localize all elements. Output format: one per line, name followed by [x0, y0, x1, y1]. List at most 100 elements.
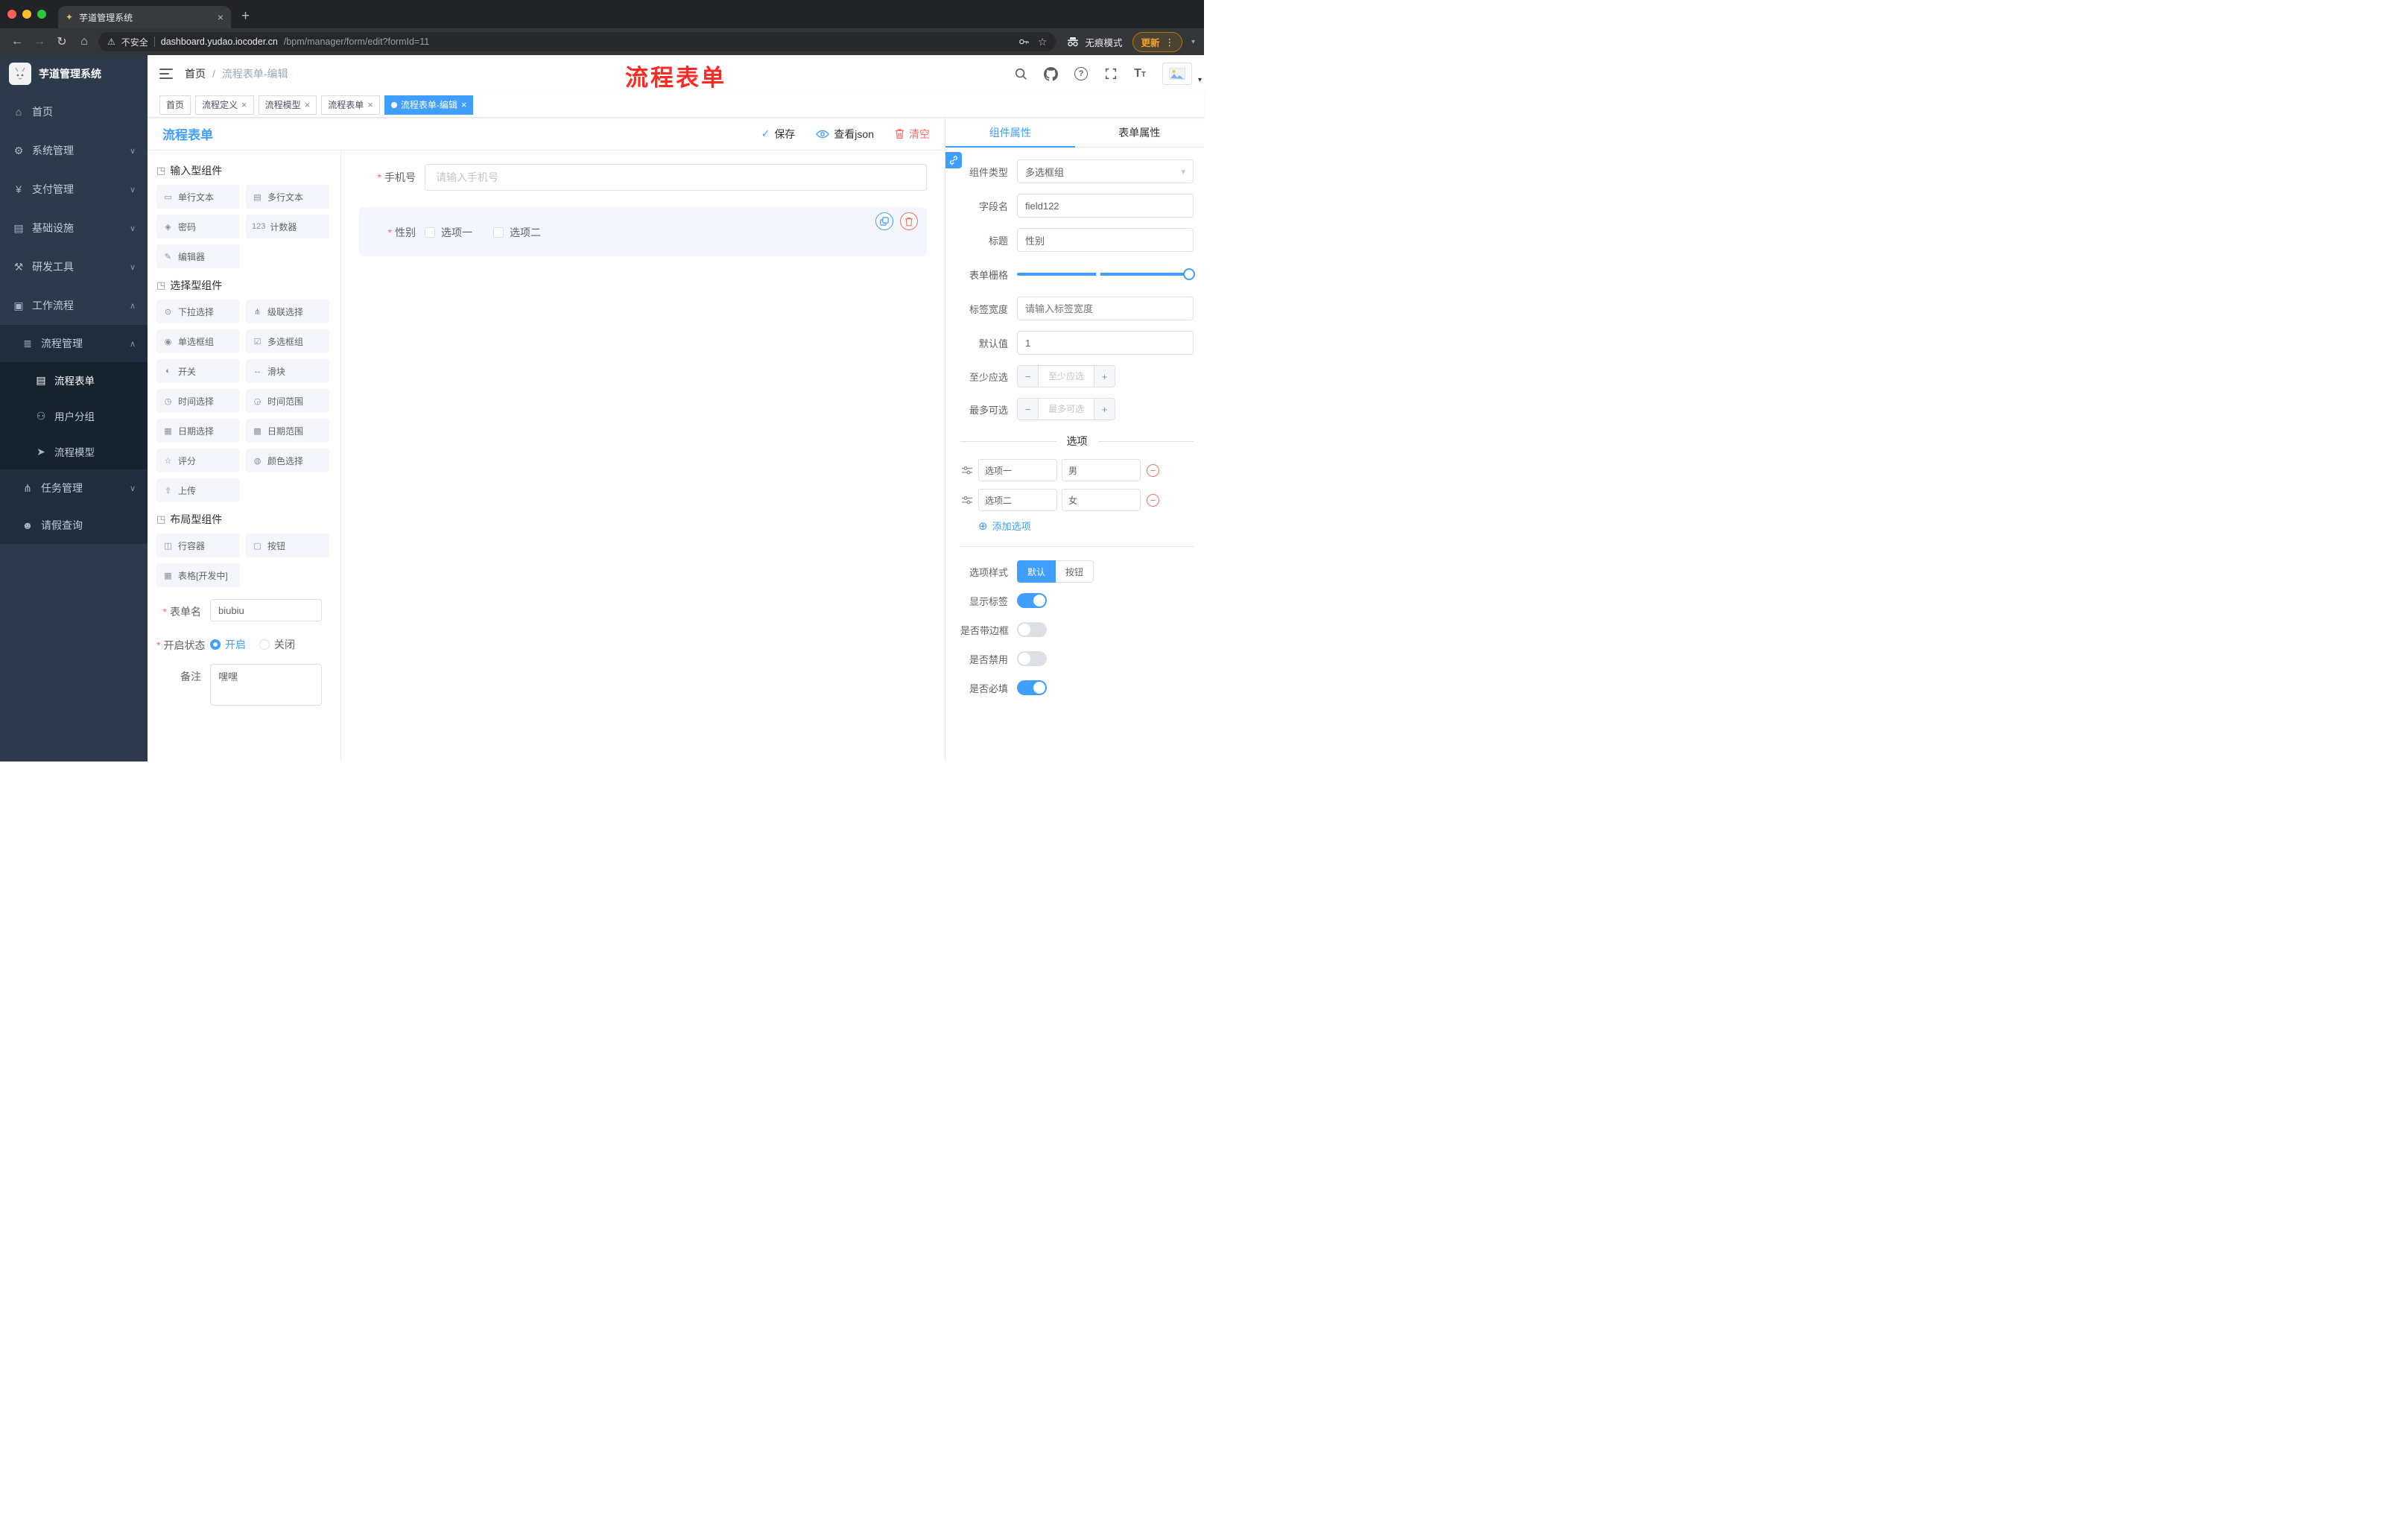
title-input[interactable] — [1017, 228, 1194, 252]
max-select-input[interactable] — [1039, 399, 1094, 419]
window-minimize-button[interactable] — [22, 10, 31, 19]
palette-item-single-line-text[interactable]: ▭ 单行文本 — [156, 185, 240, 209]
required-toggle[interactable] — [1017, 680, 1047, 695]
palette-item-multi-line-text[interactable]: ▤ 多行文本 — [246, 185, 329, 209]
min-select-stepper[interactable]: −+ — [1017, 365, 1115, 387]
hamburger-icon[interactable] — [159, 68, 173, 80]
close-icon[interactable]: × — [367, 99, 373, 110]
plus-icon[interactable]: + — [1094, 399, 1115, 419]
delete-widget-button[interactable] — [900, 212, 918, 230]
palette-item-table[interactable]: ▦ 表格[开发中] — [156, 563, 240, 587]
search-icon[interactable] — [1014, 67, 1027, 80]
tab-form-props[interactable]: 表单属性 — [1075, 118, 1205, 147]
clear-button[interactable]: 清空 — [895, 127, 930, 142]
browser-tab[interactable]: ✦ 芋道管理系统 × — [58, 6, 231, 28]
palette-item-date-picker[interactable]: ▦ 日期选择 — [156, 419, 240, 443]
palette-item-button[interactable]: ▢ 按钮 — [246, 533, 329, 557]
tag-process-form[interactable]: 流程表单 × — [321, 95, 380, 115]
drag-handle-icon[interactable] — [960, 466, 974, 475]
plus-icon[interactable]: + — [1094, 366, 1115, 387]
add-option-button[interactable]: ⊕ 添加选项 — [978, 519, 1194, 533]
remove-option-button[interactable]: − — [1147, 463, 1159, 477]
sidebar-item-devtools[interactable]: ⚒ 研发工具 ∨ — [0, 247, 148, 286]
palette-item-time-range[interactable]: ◶ 时间范围 — [246, 389, 329, 413]
option-value-input[interactable] — [1062, 489, 1141, 511]
phone-input[interactable] — [425, 164, 927, 191]
form-grid-slider[interactable] — [1017, 262, 1195, 286]
option-label-input[interactable] — [978, 459, 1057, 481]
home-icon[interactable]: ⌂ — [76, 35, 92, 48]
bookmark-star-icon[interactable]: ☆ — [1038, 36, 1048, 48]
status-off-radio[interactable]: 关闭 — [259, 637, 295, 652]
tag-process-definition[interactable]: 流程定义 × — [195, 95, 254, 115]
sidebar-item-task-management[interactable]: ⋔ 任务管理 ∨ — [0, 469, 148, 507]
slider-thumb[interactable] — [1183, 268, 1195, 280]
sidebar-item-home[interactable]: ⌂ 首页 — [0, 92, 148, 131]
github-icon[interactable] — [1044, 66, 1059, 81]
selected-widget-gender[interactable]: 性别 选项一 选项二 — [359, 207, 927, 256]
browser-menu-icon[interactable]: ⋮ — [1165, 37, 1174, 48]
chevron-down-icon[interactable]: ▾ — [1191, 38, 1195, 46]
palette-item-cascader[interactable]: ⋔ 级联选择 — [246, 300, 329, 323]
option-style-default-button[interactable]: 默认 — [1017, 560, 1056, 583]
disabled-toggle[interactable] — [1017, 651, 1047, 666]
close-icon[interactable]: × — [241, 99, 247, 110]
checkbox-option-2[interactable]: 选项二 — [493, 225, 541, 240]
palette-item-select[interactable]: ⊙ 下拉选择 — [156, 300, 240, 323]
palette-item-date-range[interactable]: ▩ 日期范围 — [246, 419, 329, 443]
sidebar-item-process-model[interactable]: ➤ 流程模型 — [0, 434, 148, 469]
tab-component-props[interactable]: 组件属性 — [945, 118, 1075, 148]
palette-item-checkbox-group[interactable]: ☑ 多选框组 — [246, 329, 329, 353]
link-button[interactable] — [945, 152, 962, 168]
field-name-input[interactable] — [1017, 194, 1194, 218]
tab-close-icon[interactable]: × — [218, 11, 224, 23]
minus-icon[interactable]: − — [1018, 399, 1039, 419]
close-icon[interactable]: × — [305, 99, 311, 110]
sidebar-item-infrastructure[interactable]: ▤ 基础设施 ∨ — [0, 209, 148, 247]
option-label-input[interactable] — [978, 489, 1057, 511]
back-icon[interactable]: ← — [9, 35, 25, 48]
reload-icon[interactable]: ↻ — [54, 34, 70, 49]
new-tab-button[interactable]: + — [241, 8, 250, 25]
window-close-button[interactable] — [7, 10, 16, 19]
avatar[interactable]: ▾ — [1162, 63, 1202, 85]
palette-item-upload[interactable]: ⇧ 上传 — [156, 478, 240, 502]
palette-item-counter[interactable]: 123 计数器 — [246, 215, 329, 238]
palette-item-color-picker[interactable]: ◍ 颜色选择 — [246, 449, 329, 472]
tag-process-model[interactable]: 流程模型 × — [258, 95, 317, 115]
palette-item-slider[interactable]: ↔ 滑块 — [246, 359, 329, 383]
security-label[interactable]: 不安全 — [121, 36, 148, 48]
sidebar-item-payment[interactable]: ¥ 支付管理 ∨ — [0, 170, 148, 209]
sidebar-item-process-form[interactable]: ▤ 流程表单 — [0, 362, 148, 398]
sidebar-item-user-group[interactable]: ⚇ 用户分组 — [0, 398, 148, 434]
view-json-button[interactable]: 查看json — [816, 127, 874, 142]
checkbox-option-1[interactable]: 选项一 — [425, 225, 472, 240]
sidebar-item-system[interactable]: ⚙ 系统管理 ∨ — [0, 131, 148, 170]
forward-icon[interactable]: → — [31, 35, 48, 48]
sidebar-item-leave-query[interactable]: ☻ 请假查询 — [0, 507, 148, 544]
update-button[interactable]: 更新 ⋮ — [1132, 31, 1182, 52]
option-style-button-button[interactable]: 按钮 — [1056, 560, 1094, 583]
show-label-toggle[interactable] — [1017, 593, 1047, 608]
status-on-radio[interactable]: 开启 — [210, 637, 246, 652]
close-icon[interactable]: × — [461, 99, 467, 110]
minus-icon[interactable]: − — [1018, 366, 1039, 387]
help-icon[interactable]: ? — [1074, 67, 1089, 80]
form-canvas[interactable]: 手机号 性别 选项一 — [341, 151, 945, 762]
palette-item-row-container[interactable]: ◫ 行容器 — [156, 533, 240, 557]
fullscreen-icon[interactable] — [1104, 67, 1118, 80]
component-type-select[interactable]: 多选框组 ▾ — [1017, 159, 1194, 183]
tag-process-form-edit[interactable]: 流程表单-编辑 × — [384, 95, 474, 115]
option-value-input[interactable] — [1062, 459, 1141, 481]
palette-item-radio-group[interactable]: ◉ 单选框组 — [156, 329, 240, 353]
phone-field-row[interactable]: 手机号 — [359, 164, 927, 191]
default-value-input[interactable] — [1017, 331, 1194, 355]
key-icon[interactable] — [1018, 37, 1029, 47]
form-name-input[interactable] — [210, 599, 322, 621]
palette-item-password[interactable]: ◈ 密码 — [156, 215, 240, 238]
label-width-input[interactable] — [1017, 297, 1194, 320]
min-select-input[interactable] — [1039, 366, 1094, 387]
address-bar[interactable]: ⚠ 不安全 dashboard.yudao.iocoder.cn/bpm/man… — [98, 32, 1056, 51]
window-zoom-button[interactable] — [37, 10, 46, 19]
drag-handle-icon[interactable] — [960, 495, 974, 504]
